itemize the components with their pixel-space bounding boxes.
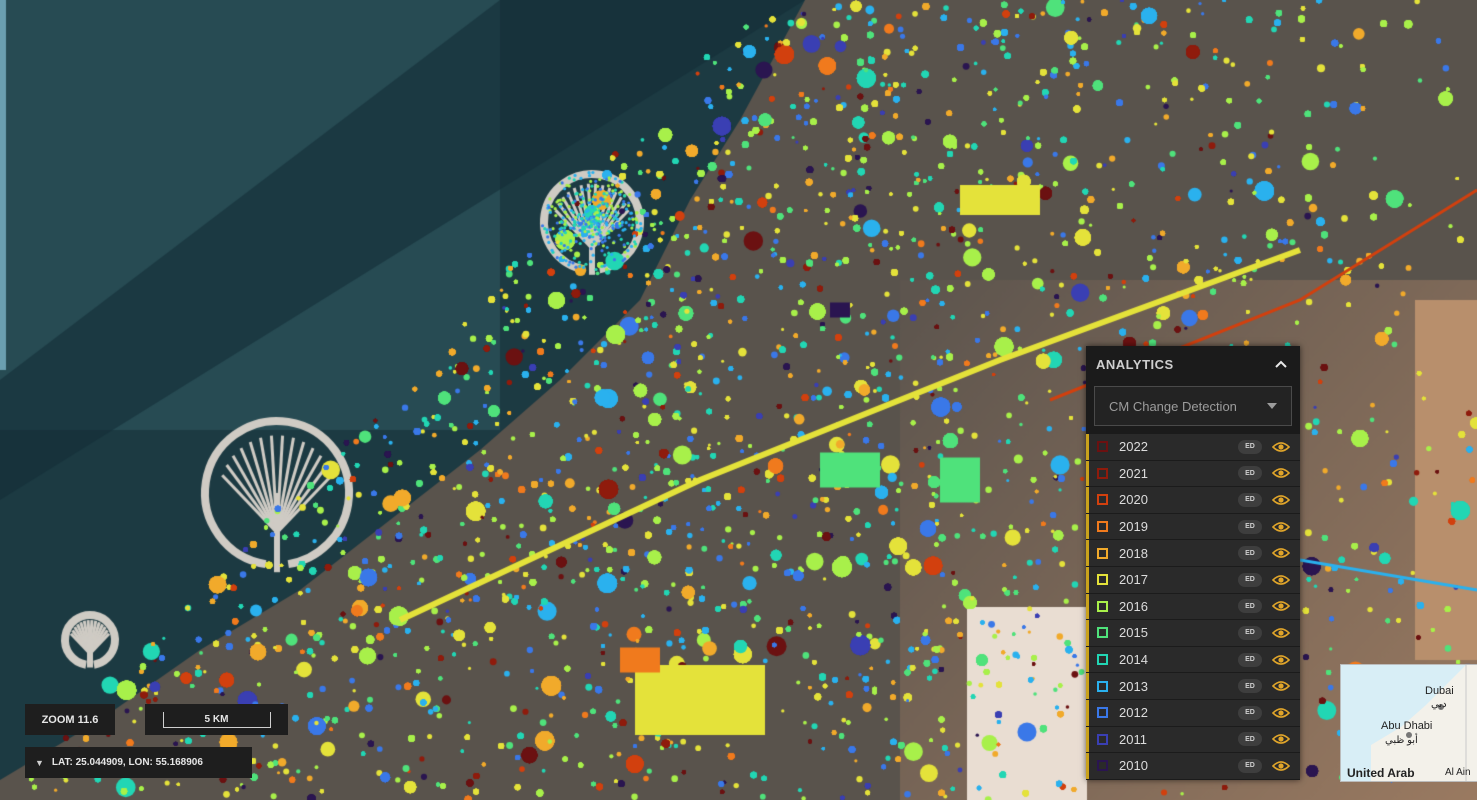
minimap-label-al-ain: Al Ain [1445, 767, 1471, 778]
layer-label: 2015 [1119, 625, 1148, 641]
layer-row-2012[interactable]: 2012 ED [1086, 699, 1300, 726]
layer-ed-badge[interactable]: ED [1238, 599, 1262, 614]
caret-down-icon [1267, 403, 1277, 409]
layer-label: 2011 [1119, 731, 1147, 747]
layer-ed-badge[interactable]: ED [1238, 732, 1262, 747]
layer-ed-badge[interactable]: ED [1238, 652, 1262, 667]
layer-ed-badge[interactable]: ED [1238, 679, 1262, 694]
minimap-label-abu-dhabi-ar: أبو ظبي [1385, 735, 1418, 746]
layer-ed-badge[interactable]: ED [1238, 572, 1262, 587]
layer-ed-badge[interactable]: ED [1238, 546, 1262, 561]
layer-ed-badge[interactable]: ED [1238, 705, 1262, 720]
year-layer-list: 2022 ED 2021 ED 2020 ED 2019 ED 2018 ED 2017 ED 2016… [1086, 434, 1300, 779]
scale-bar: 5 KM [162, 711, 271, 728]
layer-color-swatch [1097, 707, 1108, 719]
minimap-label-dubai: Dubai [1425, 685, 1454, 697]
zoom-level: ZOOM 11.6 [25, 704, 115, 735]
layer-color-swatch [1097, 574, 1108, 586]
layer-color-swatch [1097, 521, 1108, 533]
eye-icon[interactable] [1272, 600, 1290, 612]
layer-ed-badge[interactable]: ED [1238, 439, 1262, 454]
layer-color-swatch [1097, 627, 1108, 639]
chevron-up-icon [1275, 360, 1287, 368]
eye-icon[interactable] [1272, 707, 1290, 719]
collapse-button[interactable] [1272, 355, 1290, 373]
layer-ed-badge[interactable]: ED [1238, 625, 1262, 640]
layer-color-swatch [1097, 654, 1108, 666]
minimap-label-dubai-ar: دبي [1431, 699, 1447, 710]
layer-row-2017[interactable]: 2017 ED [1086, 566, 1300, 593]
layer-color-swatch [1097, 441, 1108, 453]
layer-row-2019[interactable]: 2019 ED [1086, 513, 1300, 540]
scale-indicator: 5 KM [145, 704, 288, 735]
layer-label: 2021 [1119, 465, 1148, 481]
eye-icon[interactable] [1272, 680, 1290, 692]
layer-label: 2020 [1119, 492, 1148, 508]
layer-color-swatch [1097, 760, 1108, 772]
minimap-label-country: United Arab [1347, 766, 1415, 780]
eye-icon[interactable] [1272, 467, 1290, 479]
layer-row-2020[interactable]: 2020 ED [1086, 487, 1300, 513]
analytics-panel-header: ANALYTICS [1086, 346, 1300, 382]
analytics-title: ANALYTICS [1096, 356, 1174, 372]
layer-row-2014[interactable]: 2014 ED [1086, 646, 1300, 673]
eye-icon[interactable] [1272, 733, 1290, 745]
layer-label: 2018 [1119, 545, 1148, 561]
coordinate-readout[interactable]: ▼ LAT: 25.044909, LON: 55.168906 [25, 747, 252, 778]
layer-row-2010[interactable]: 2010 ED [1086, 753, 1300, 779]
eye-icon[interactable] [1272, 760, 1290, 772]
layer-label: 2016 [1119, 598, 1148, 614]
coordinate-text: LAT: 25.044909, LON: 55.168906 [51, 757, 203, 768]
eye-icon[interactable] [1272, 494, 1290, 506]
layer-row-2018[interactable]: 2018 ED [1086, 540, 1300, 566]
selected-analytic: CM Change Detection [1109, 398, 1237, 414]
layer-label: 2012 [1119, 705, 1148, 721]
layer-label: 2010 [1119, 758, 1148, 774]
eye-icon[interactable] [1272, 574, 1290, 586]
layer-row-2015[interactable]: 2015 ED [1086, 620, 1300, 646]
layer-ed-badge[interactable]: ED [1238, 758, 1262, 773]
layer-label: 2014 [1119, 652, 1148, 668]
layer-color-swatch [1097, 467, 1108, 479]
layer-color-swatch [1097, 680, 1108, 692]
eye-icon[interactable] [1272, 547, 1290, 559]
layer-color-swatch [1097, 494, 1108, 506]
layer-ed-badge[interactable]: ED [1238, 466, 1262, 481]
layer-color-swatch [1097, 547, 1108, 559]
layer-label: 2017 [1119, 572, 1148, 588]
eye-icon[interactable] [1272, 627, 1290, 639]
overview-minimap[interactable]: Dubai دبي Abu Dhabi أبو ظبي United Arab … [1340, 664, 1477, 782]
layer-label: 2019 [1119, 519, 1148, 535]
eye-icon[interactable] [1272, 521, 1290, 533]
layer-row-2022[interactable]: 2022 ED [1086, 434, 1300, 460]
layer-row-2011[interactable]: 2011 ED [1086, 726, 1300, 753]
analytics-layer-select[interactable]: CM Change Detection [1094, 386, 1292, 426]
chevron-down-icon: ▼ [35, 757, 44, 768]
layer-row-2013[interactable]: 2013 ED [1086, 673, 1300, 699]
analytics-panel: ANALYTICS CM Change Detection 2022 ED 2021… [1086, 346, 1300, 780]
eye-icon[interactable] [1272, 654, 1290, 666]
minimap-label-abu-dhabi: Abu Dhabi [1381, 720, 1433, 732]
layer-label: 2013 [1119, 678, 1148, 694]
layer-ed-badge[interactable]: ED [1238, 519, 1262, 534]
layer-row-2016[interactable]: 2016 ED [1086, 593, 1300, 620]
layer-color-swatch [1097, 600, 1108, 612]
layer-ed-badge[interactable]: ED [1238, 492, 1262, 507]
eye-icon[interactable] [1272, 441, 1290, 453]
layer-row-2021[interactable]: 2021 ED [1086, 460, 1300, 487]
layer-label: 2022 [1119, 439, 1148, 455]
layer-color-swatch [1097, 733, 1108, 745]
